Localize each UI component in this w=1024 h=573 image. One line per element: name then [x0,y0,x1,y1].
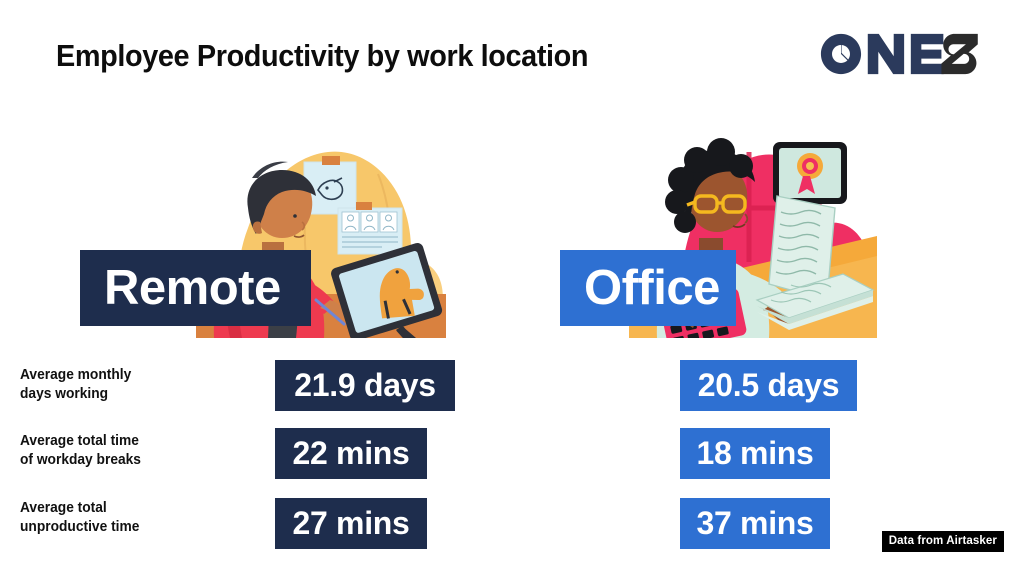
data-source-badge: Data from Airtasker [881,531,1004,552]
metric-label-line2: of workday breaks [20,452,141,469]
ones-logo [821,33,979,75]
value-office-workday-breaks: 18 mins [680,428,830,479]
metric-label-workday-breaks: Average total time of workday breaks [20,432,141,470]
value-remote-days-working: 21.9 days [275,360,455,411]
value-office-unproductive-time: 37 mins [680,498,830,549]
metric-label-line2: unproductive time [20,519,140,536]
infographic-canvas: Employee Productivity by work location R… [0,0,1024,573]
metric-label-days-working: Average monthly days working [20,366,131,404]
metric-label-line2: days working [20,386,109,403]
value-remote-unproductive-time: 27 mins [275,498,427,549]
metric-label-line1: Average total time [20,433,139,449]
metric-label-line1: Average total [20,500,107,516]
page-title: Employee Productivity by work location [56,38,589,73]
category-badge-office: Office [560,250,736,326]
metric-label-unproductive-time: Average total unproductive time [20,499,139,537]
value-office-days-working: 20.5 days [680,360,857,411]
category-badge-remote: Remote [80,250,311,326]
metric-label-line1: Average monthly [20,367,132,383]
value-remote-workday-breaks: 22 mins [275,428,427,479]
